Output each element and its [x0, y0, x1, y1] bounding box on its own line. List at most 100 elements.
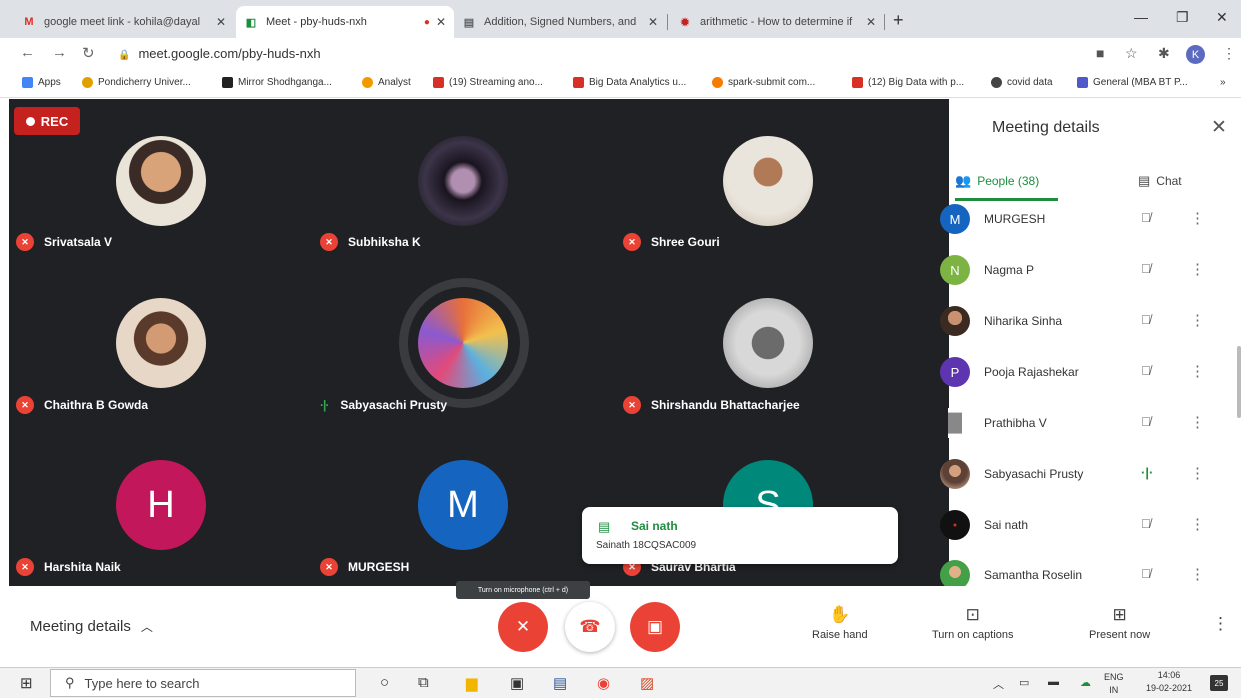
store-icon[interactable]: ▣	[510, 674, 524, 692]
people-row[interactable]: Sabyasachi Prusty ·|· ⋮	[940, 459, 1220, 489]
close-tab-icon[interactable]: ✕	[648, 15, 658, 29]
close-tab-icon[interactable]: ✕	[216, 15, 226, 29]
people-row[interactable]: P Pooja Rajashekar 🎙̸ ⋮	[940, 357, 1220, 387]
reload-icon[interactable]: ↻	[82, 44, 95, 62]
tab-gmail[interactable]: M google meet link - kohila@dayal ✕	[14, 6, 234, 38]
tab-addition[interactable]: ▤ Addition, Signed Numbers, and ✕	[454, 6, 666, 38]
close-tab-icon[interactable]: ✕	[866, 15, 876, 29]
more-options-icon[interactable]: ⋮	[1212, 614, 1229, 634]
mic-off-icon: ✕	[623, 396, 641, 414]
network-icon[interactable]: ▭	[1019, 676, 1029, 689]
raise-hand-button[interactable]: ✋ Raise hand	[812, 605, 868, 641]
bookmark-item[interactable]: (12) Big Data with p...	[852, 77, 964, 88]
participant-name: Sabyasachi Prusty	[340, 398, 448, 412]
minimize-icon[interactable]: —	[1134, 9, 1148, 25]
meeting-details-button[interactable]: Meeting details ︿	[30, 618, 153, 635]
profile-avatar[interactable]: K	[1186, 45, 1205, 64]
captions-button[interactable]: ⊡ Turn on captions	[932, 605, 1014, 641]
mic-off-icon: 🎙̸	[1141, 566, 1151, 581]
browser-menu-icon[interactable]: ⋮	[1222, 45, 1236, 62]
taskbar-search[interactable]: ⚲ Type here to search	[50, 669, 356, 697]
people-row[interactable]: Prathibha V 🎙̸ ⋮	[940, 408, 1220, 438]
bookmark-item[interactable]: Analyst	[362, 77, 411, 88]
restore-icon[interactable]: ❐	[1176, 9, 1189, 26]
url-field[interactable]: 🔒 meet.google.com/pby-huds-nxh	[118, 46, 321, 61]
chrome-icon[interactable]: ◉	[597, 674, 610, 692]
bookmark-star-icon[interactable]: ☆	[1125, 45, 1138, 62]
taskbar-clock[interactable]: 14:06 19-02-2021	[1139, 669, 1199, 695]
bookmarks-bar: Apps Pondicherry Univer... Mirror Shodhg…	[0, 70, 1241, 98]
microphone-toggle-button[interactable]: ✕	[498, 602, 548, 652]
office-app-icon[interactable]: ▤	[553, 674, 567, 692]
close-tab-icon[interactable]: ✕	[436, 15, 446, 29]
more-options-icon[interactable]: ⋮	[1190, 565, 1205, 583]
bookmark-label: Analyst	[378, 77, 411, 88]
participant-name: Subhiksha K	[348, 235, 421, 249]
onedrive-icon[interactable]: ☁	[1080, 676, 1091, 689]
tab-chat[interactable]: ▤ Chat	[1138, 170, 1182, 192]
camera-indicator-icon[interactable]: ■	[1096, 45, 1104, 61]
mic-off-icon: ✕	[623, 233, 641, 251]
bookmark-apps[interactable]: Apps	[22, 77, 61, 88]
back-icon[interactable]: ←	[20, 44, 35, 61]
language-indicator[interactable]: ENG IN	[1104, 671, 1124, 697]
chat-icon: ▤	[1138, 173, 1151, 188]
more-options-icon[interactable]: ⋮	[1190, 311, 1205, 329]
bookmark-item[interactable]: covid data	[991, 77, 1053, 88]
extensions-icon[interactable]: ✱	[1158, 45, 1170, 62]
tab-title: google meet link - kohila@dayal	[44, 16, 201, 28]
lang-region: IN	[1109, 685, 1119, 695]
person-name: Sai nath	[984, 518, 1029, 532]
tab-arithmetic[interactable]: ✹ arithmetic - How to determine if ✕	[670, 6, 884, 38]
youtube-icon	[852, 77, 863, 88]
people-row[interactable]: M MURGESH 🎙̸ ⋮	[940, 204, 1220, 234]
bookmarks-overflow-icon[interactable]: »	[1220, 77, 1226, 88]
more-options-icon[interactable]: ⋮	[1190, 209, 1205, 227]
people-row[interactable]: N Nagma P 🎙̸ ⋮	[940, 255, 1220, 285]
notification-center-icon[interactable]: 25	[1210, 675, 1228, 691]
bookmark-item[interactable]: (19) Streaming ano...	[433, 77, 543, 88]
bookmark-label: spark-submit com...	[728, 77, 816, 88]
camera-toggle-button[interactable]: ▣	[630, 602, 680, 652]
raise-hand-label: Raise hand	[812, 629, 868, 641]
bookmark-item[interactable]: spark-submit com...	[712, 77, 815, 88]
participant-avatar-photo	[116, 136, 206, 226]
bookmark-item[interactable]: General (MBA BT P...	[1077, 77, 1188, 88]
chat-notification[interactable]: ▤ Sai nath Sainath 18CQSAC009	[582, 507, 898, 564]
url-text: meet.google.com/pby-huds-nxh	[138, 46, 321, 61]
leave-call-button[interactable]: ☎	[565, 602, 615, 652]
close-panel-icon[interactable]: ✕	[1211, 116, 1227, 139]
tab-people[interactable]: 👥 People (38)	[955, 170, 1039, 192]
more-options-icon[interactable]: ⋮	[1190, 362, 1205, 380]
tab-meet[interactable]: ◧ Meet - pby-huds-nxh ● ✕	[236, 6, 454, 38]
tray-chevron-icon[interactable]: ︿	[993, 676, 1004, 692]
cortana-icon[interactable]: ○	[380, 674, 389, 691]
window-close-icon[interactable]: ✕	[1216, 9, 1228, 26]
speaking-indicator-icon: ·|·	[1141, 465, 1154, 480]
bookmark-label: General (MBA BT P...	[1093, 77, 1188, 88]
forward-icon[interactable]: →	[52, 44, 67, 61]
more-options-icon[interactable]: ⋮	[1190, 260, 1205, 278]
more-options-icon[interactable]: ⋮	[1190, 515, 1205, 533]
present-now-button[interactable]: ⊞ Present now	[1089, 605, 1150, 641]
panel-title: Meeting details	[992, 119, 1100, 136]
more-options-icon[interactable]: ⋮	[1190, 464, 1205, 482]
windows-start-icon[interactable]: ⊞	[20, 674, 33, 692]
task-view-icon[interactable]: ⧉	[418, 674, 429, 691]
tab-separator	[667, 14, 668, 30]
powerpoint-icon[interactable]: ▨	[640, 674, 654, 692]
people-row[interactable]: Niharika Sinha 🎙̸ ⋮	[940, 306, 1220, 336]
battery-icon[interactable]: ▬	[1048, 676, 1059, 688]
bookmark-item[interactable]: Pondicherry Univer...	[82, 77, 191, 88]
bookmark-label: Big Data Analytics u...	[589, 77, 687, 88]
github-icon	[991, 77, 1002, 88]
new-tab-button[interactable]: +	[893, 10, 904, 31]
panel-scrollbar[interactable]	[1237, 346, 1241, 418]
tab-title: arithmetic - How to determine if	[700, 16, 853, 28]
bookmark-item[interactable]: Mirror Shodhganga...	[222, 77, 332, 88]
people-row[interactable]: ● Sai nath 🎙̸ ⋮	[940, 510, 1220, 540]
file-explorer-icon[interactable]: ▆	[466, 674, 478, 692]
person-avatar	[940, 306, 970, 336]
bookmark-item[interactable]: Big Data Analytics u...	[573, 77, 686, 88]
more-options-icon[interactable]: ⋮	[1190, 413, 1205, 431]
